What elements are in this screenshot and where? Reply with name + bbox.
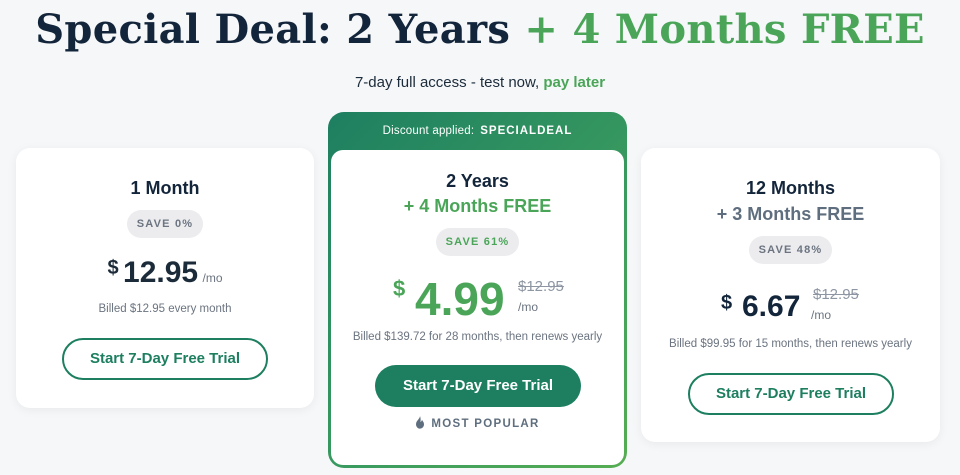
currency-symbol: $	[721, 292, 733, 314]
discount-banner: Discount applied: SPECIALDEAL	[328, 112, 627, 150]
plan-subtitle: + 4 Months FREE	[403, 196, 552, 216]
plan-card-2-years: Discount applied: SPECIALDEAL 2 Years + 4…	[328, 112, 627, 468]
billing-info: Billed $12.95 every month	[98, 303, 232, 315]
discount-code: SPECIALDEAL	[480, 125, 573, 137]
title-accent: + 4 Months FREE	[524, 6, 925, 53]
start-trial-button[interactable]: Start 7-Day Free Trial	[688, 373, 894, 415]
page-subtitle: 7-day full access - test now, pay later	[0, 74, 960, 91]
plan-card-1-month: 1 Month SAVE 0% $ 12.95 /mo Billed $12.9…	[16, 148, 314, 408]
billing-info: Billed $99.95 for 15 months, then renews…	[669, 338, 912, 350]
discount-label: Discount applied:	[382, 125, 475, 137]
currency-symbol: $	[393, 276, 406, 301]
price-period: /mo	[811, 308, 832, 322]
plan-subtitle: + 3 Months FREE	[716, 204, 865, 224]
subtitle-accent: pay later	[543, 74, 606, 91]
savings-badge: SAVE 61%	[435, 228, 520, 256]
start-trial-button[interactable]: Start 7-Day Free Trial	[375, 365, 581, 407]
start-trial-button[interactable]: Start 7-Day Free Trial	[62, 338, 268, 380]
price-amount: 4.99	[415, 273, 505, 325]
flame-icon	[415, 416, 425, 432]
price: $ 4.99 $12.95 /mo	[331, 272, 624, 332]
price-amount: 12.95	[123, 256, 199, 289]
old-price: $12.95	[518, 278, 564, 295]
plan-title: 1 Month	[130, 178, 200, 198]
plan-title: 2 Years	[446, 171, 509, 191]
savings-badge: SAVE 48%	[748, 236, 833, 264]
billing-info: Billed $139.72 for 28 months, then renew…	[352, 331, 603, 343]
featured-card-body: 2 Years + 4 Months FREE SAVE 61% $ 4.99 …	[331, 150, 624, 465]
price-amount: 6.67	[742, 290, 801, 323]
title-main: Special Deal: 2 Years	[35, 6, 511, 53]
price: $ 12.95 /mo	[16, 256, 314, 290]
price: $ 6.67 $12.95 /mo	[641, 286, 940, 326]
most-popular-tag: MOST POPULAR	[331, 416, 624, 432]
savings-badge: SAVE 0%	[126, 210, 204, 238]
subtitle-text: 7-day full access - test now,	[354, 74, 540, 91]
currency-symbol: $	[107, 257, 119, 279]
old-price: $12.95	[813, 286, 859, 303]
price-period: /mo	[202, 271, 223, 285]
price-period: /mo	[518, 300, 539, 314]
most-popular-label: MOST POPULAR	[431, 418, 540, 430]
plan-card-12-months: 12 Months + 3 Months FREE SAVE 48% $ 6.6…	[641, 148, 940, 442]
page-title: Special Deal: 2 Years + 4 Months FREE	[0, 6, 960, 53]
plan-title: 12 Months	[745, 178, 835, 198]
